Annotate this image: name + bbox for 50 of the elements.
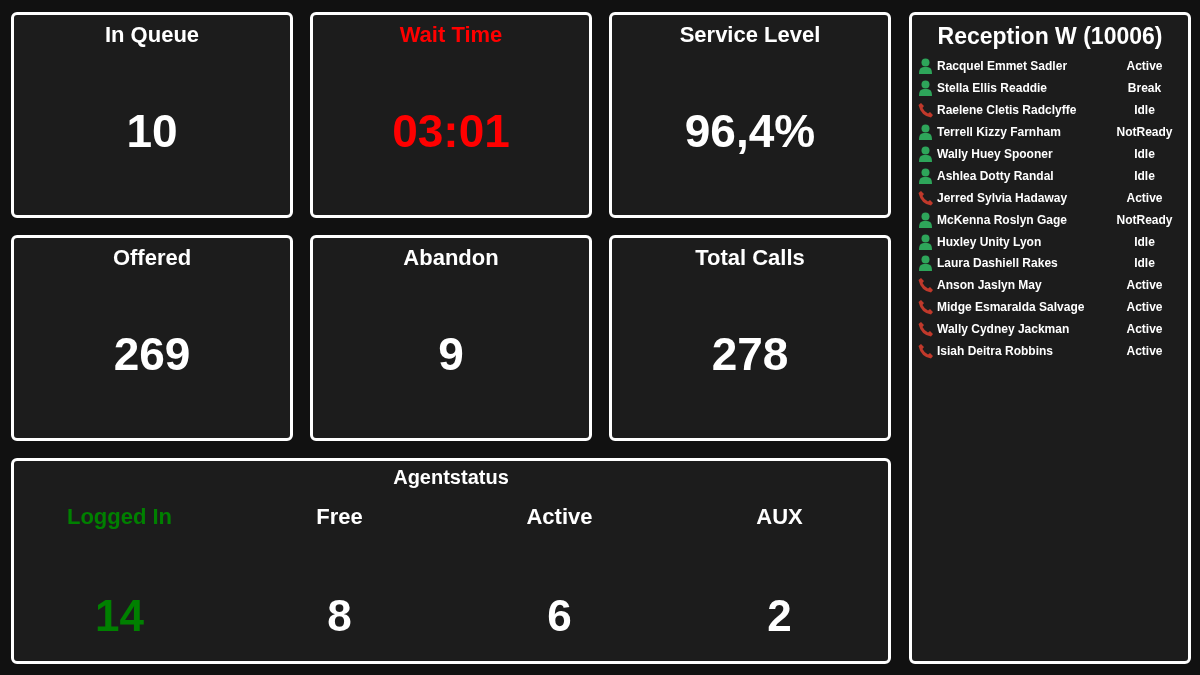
agent-status: NotReady (1115, 124, 1174, 142)
metric-title: Service Level (679, 21, 821, 49)
agent-status: Idle (1133, 255, 1156, 273)
agent-status: Active (1125, 299, 1164, 317)
status-label: Free (316, 503, 363, 531)
agent-status: Idle (1133, 146, 1156, 163)
agent-status: Idle (1133, 167, 1156, 185)
agent-status: Active (1125, 189, 1164, 207)
metric-value: 96,4% (684, 104, 816, 159)
agent-name: Racquel Emmet Sadler (937, 58, 1069, 76)
metric-title: Offered (112, 244, 192, 272)
status-label: AUX (756, 503, 803, 531)
status-count: 6 (547, 590, 572, 642)
metric-value: 269 (113, 327, 191, 382)
panel-title: Reception W (10006) (936, 22, 1164, 51)
agent-name: Terrell Kizzy Farnham (937, 124, 1062, 142)
status-count: 14 (95, 590, 144, 642)
status-label: Active (526, 503, 593, 531)
agent-status: Active (1125, 343, 1164, 360)
metric-title: Abandon (403, 244, 499, 272)
status-label: Logged In (66, 503, 173, 531)
metric-title: Total Calls (695, 244, 805, 272)
agent-status: NotReady (1115, 211, 1174, 229)
metric-value: 9 (438, 327, 464, 382)
status-count: 8 (327, 590, 352, 642)
agent-name: Huxley Unity Lyon (937, 233, 1043, 251)
agent-status: Active (1125, 58, 1164, 76)
agent-status: Idle (1133, 102, 1156, 120)
agent-name: Anson Jaslyn May (937, 277, 1043, 295)
agent-name: Ashlea Dotty Randal (937, 167, 1055, 185)
agent-status: Break (1126, 80, 1163, 98)
agent-name: Midge Esmaralda Salvage (937, 299, 1086, 317)
metric-value: 278 (711, 327, 789, 382)
metric-title: Wait Time (399, 21, 503, 49)
agent-name: McKenna Roslyn Gage (937, 211, 1069, 229)
agent-name: Isiah Deitra Robbins (937, 343, 1055, 360)
metric-title: In Queue (104, 21, 200, 49)
metric-value: 10 (126, 104, 178, 159)
metric-value: 03:01 (392, 104, 510, 159)
agent-name: Laura Dashiell Rakes (937, 255, 1059, 273)
agent-name: Jerred Sylvia Hadaway (937, 189, 1069, 207)
agent-name: Wally Cydney Jackman (937, 321, 1071, 339)
agent-name: Wally Huey Spooner (937, 146, 1054, 163)
agent-status: Idle (1133, 233, 1156, 251)
agent-status: Active (1125, 321, 1164, 339)
agent-status: Active (1125, 277, 1164, 295)
agent-name: Stella Ellis Readdie (937, 80, 1049, 98)
agent-name: Raelene Cletis Radclyffe (937, 102, 1078, 120)
panel-title: Agentstatus (393, 465, 509, 490)
status-count: 2 (767, 590, 792, 642)
